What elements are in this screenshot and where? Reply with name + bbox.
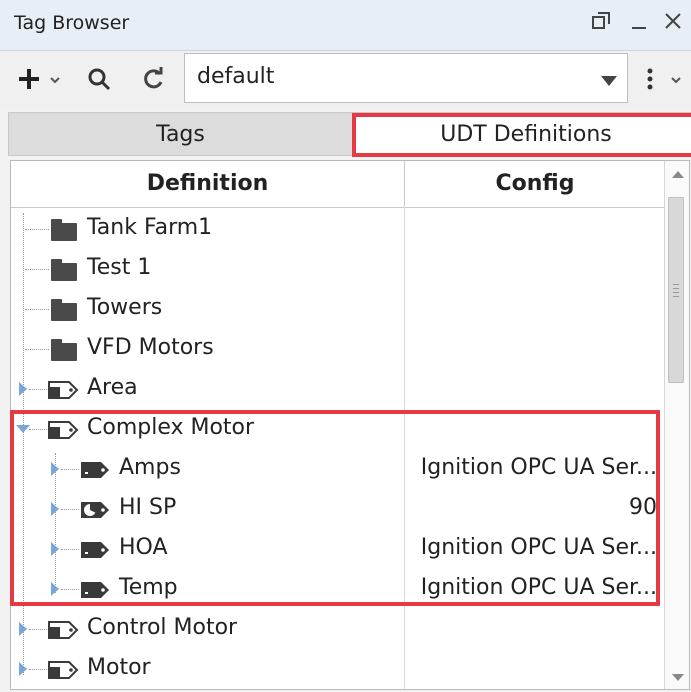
tab-udt-definitions[interactable]: UDT Definitions [353,112,691,156]
tree-row-label: HOA [119,535,168,560]
tree-row-config: Ignition OPC UA Ser... [420,455,657,480]
tree-connector [61,509,79,510]
float-window-icon[interactable] [588,10,614,36]
vertical-scrollbar[interactable] [664,161,689,689]
tree-connector [61,589,79,590]
folder-icon [51,259,77,281]
panel-title: Tag Browser [14,12,130,34]
opc-tag-icon [79,458,113,486]
expand-arrow-icon[interactable] [51,462,59,476]
tree-connector [25,349,49,350]
tree-row-config: Ignition OPC UA Ser... [420,575,657,600]
udt-tree-table: Definition Config Tank Farm1 Test 1 Towe… [10,160,690,690]
tree-row-label: Area [87,375,138,400]
opc-tag-icon [79,578,113,606]
expand-arrow-icon[interactable] [51,582,59,596]
tag-browser-panel: Tag Browser default Tags UDT Definitions… [0,0,691,692]
scroll-up-arrow-icon[interactable] [672,171,684,178]
udt-definition-icon [47,618,81,646]
tree-row[interactable]: HOA Ignition OPC UA Ser... [11,529,665,569]
grip-line [673,292,679,293]
more-dropdown-chevron-icon[interactable] [668,65,684,95]
tree-row-label: HI SP [119,495,177,520]
tag-provider-select[interactable]: default [184,53,628,103]
grip-line [673,284,679,285]
udt-definition-icon [47,418,81,446]
expand-arrow-icon[interactable] [51,502,59,516]
table-header: Definition Config [11,161,665,208]
tree-row[interactable]: Motor [11,649,665,689]
minimize-icon[interactable] [626,10,652,36]
tree-row[interactable]: Area [11,369,665,409]
expand-arrow-icon[interactable] [19,622,27,636]
tree-row-label: Motor [87,655,151,680]
tree-row[interactable]: Test 1 [11,249,665,289]
tree-connector [29,389,47,390]
chevron-down-icon[interactable] [601,76,617,86]
tree-row-config: Ignition OPC UA Ser... [420,535,657,560]
opc-tag-icon [79,538,113,566]
close-icon[interactable] [660,10,686,36]
tree-row[interactable]: Control Motor [11,609,665,649]
tree-row[interactable]: Towers [11,289,665,329]
tree-connector [25,309,49,310]
tree-connector [61,549,79,550]
tree-connector [61,469,79,470]
refresh-icon[interactable] [138,65,168,95]
tree-row[interactable]: Tank Farm1 [11,209,665,249]
tree-connector [29,429,47,430]
tag-provider-value: default [197,64,275,89]
tree-row[interactable]: Temp Ignition OPC UA Ser... [11,569,665,609]
expand-arrow-icon[interactable] [19,382,27,396]
tree-connector [29,629,47,630]
tree-row-label: Tank Farm1 [87,215,213,240]
column-header-config[interactable]: Config [405,161,665,207]
tree-connector [29,669,47,670]
tree-row[interactable]: HI SP 90 [11,489,665,529]
tree-row[interactable]: Complex Motor [11,409,665,449]
folder-icon [51,299,77,321]
search-icon[interactable] [84,65,114,95]
tab-tags[interactable]: Tags [8,112,353,156]
tree-row-config: 90 [629,495,657,520]
tree-row-label: Towers [87,295,163,320]
tree-row-label: Temp [119,575,178,600]
grip-line [673,288,679,289]
memory-tag-icon [79,498,113,526]
add-dropdown-chevron-icon[interactable] [47,65,63,95]
scroll-down-arrow-icon[interactable] [672,674,684,681]
plus-icon[interactable] [14,65,44,95]
udt-definition-icon [47,378,81,406]
tree-row-label: Control Motor [87,615,238,640]
tab-bar: Tags UDT Definitions [8,112,691,158]
tree-row-label: Amps [119,455,181,480]
tree-row-label: Complex Motor [87,415,255,440]
tree-row[interactable]: VFD Motors [11,329,665,369]
tree-row-label: Test 1 [87,255,152,280]
expand-arrow-icon[interactable] [51,542,59,556]
collapse-arrow-icon[interactable] [16,425,30,433]
tree-row-label: VFD Motors [87,335,214,360]
tree-connector [25,269,49,270]
kebab-menu-icon[interactable] [640,65,660,95]
expand-arrow-icon[interactable] [19,662,27,676]
title-bar: Tag Browser [0,0,691,51]
folder-icon [51,339,77,361]
scrollbar-thumb[interactable] [668,197,684,383]
grip-line [673,296,679,297]
folder-icon [51,219,77,241]
udt-definition-icon [47,658,81,686]
column-header-definition[interactable]: Definition [11,161,405,207]
tree-connector [25,229,49,230]
tree-row[interactable]: Amps Ignition OPC UA Ser... [11,449,665,489]
